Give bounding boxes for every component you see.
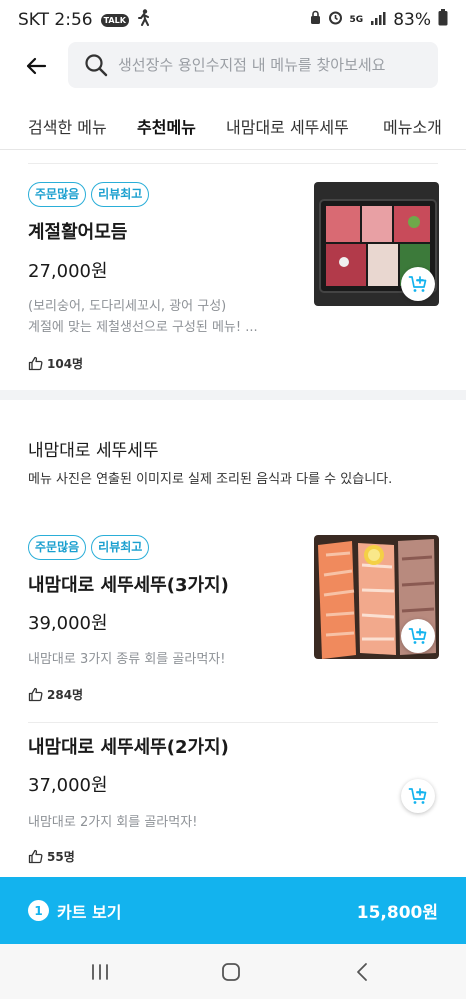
menu-content: 주문많음 리뷰최고 계절활어모듬 27,000원 (보리숭어, 도다리세꼬시, … <box>0 150 466 877</box>
search-header <box>0 40 466 90</box>
status-bar: SKT 2:56 TALK 5G 83% <box>0 0 466 40</box>
badge-group: 주문많음 리뷰최고 <box>28 535 150 560</box>
battery-label: 83% <box>393 10 431 30</box>
likes-count: 104명 <box>47 357 84 371</box>
recent-apps-button[interactable] <box>80 958 120 986</box>
back-nav-button[interactable] <box>342 958 382 986</box>
divider <box>28 722 438 723</box>
likes: 284명 <box>28 686 83 703</box>
menu-item-desc-line: 계절에 맞는 제철생선으로 구성된 메뉴! ... <box>28 320 258 335</box>
cart-label: 카트 보기 <box>57 902 122 922</box>
search-box[interactable] <box>68 42 438 88</box>
add-to-cart-button[interactable] <box>401 619 435 653</box>
badge-group: 주문많음 리뷰최고 <box>28 182 150 207</box>
likes: 55명 <box>28 848 75 865</box>
alarm-icon <box>328 10 343 30</box>
menu-item-price: 39,000원 <box>28 613 108 634</box>
tab-menu-intro[interactable]: 메뉴소개 <box>383 114 442 149</box>
search-icon <box>85 54 108 77</box>
menu-item-price: 27,000원 <box>28 261 108 282</box>
divider <box>28 163 438 164</box>
tab-recommended-menu[interactable]: 추천메뉴 <box>137 114 196 149</box>
cart-total: 15,800원 <box>356 903 438 923</box>
search-input[interactable] <box>118 56 428 74</box>
menu-item-desc: 내맘대로 3가지 종류 회를 골라먹자! <box>28 652 226 667</box>
home-icon <box>222 963 240 981</box>
battery-icon <box>438 9 448 31</box>
thumbs-up-icon <box>28 356 43 371</box>
cart-plus-icon <box>408 628 427 644</box>
menu-item-desc: 내맘대로 2가지 회를 골라먹자! <box>28 815 198 830</box>
add-to-cart-button[interactable] <box>401 267 435 301</box>
tab-searched-menu[interactable]: 검색한 메뉴 <box>28 114 107 149</box>
likes-count: 284명 <box>47 688 84 702</box>
section-gap <box>0 390 466 400</box>
menu-item-desc: (보리숭어, 도다리세꼬시, 광어 구성) 계절에 맞는 제철생선으로 구성된 … <box>28 296 298 338</box>
badge-top-review: 리뷰최고 <box>91 535 150 560</box>
section-title: 내맘대로 세뚜세뚜 <box>28 441 159 461</box>
menu-item-desc-line: (보리숭어, 도다리세꼬시, 광어 구성) <box>28 299 227 314</box>
likes-count: 55명 <box>47 850 75 864</box>
menu-item-name: 내맘대로 세뚜세뚜(2가지) <box>28 737 229 758</box>
view-cart-button[interactable]: 1 카트 보기 15,800원 <box>0 877 466 944</box>
menu-item-name: 내맘대로 세뚜세뚜(3가지) <box>28 575 229 596</box>
back-button[interactable] <box>20 50 52 82</box>
cart-plus-icon <box>408 276 427 292</box>
add-to-cart-button[interactable] <box>401 779 435 813</box>
lock-icon <box>310 10 321 30</box>
signal-icon <box>370 10 386 30</box>
menu-item-name: 계절활어모듬 <box>28 222 128 243</box>
badge-top-review: 리뷰최고 <box>91 182 150 207</box>
likes: 104명 <box>28 355 83 372</box>
menu-item-price: 37,000원 <box>28 775 108 796</box>
recent-apps-icon <box>92 964 108 980</box>
badge-popular: 주문많음 <box>28 182 87 207</box>
home-button[interactable] <box>211 958 251 986</box>
tab-custom-set[interactable]: 내맘대로 세뚜세뚜 <box>226 114 349 149</box>
walking-icon <box>137 9 151 31</box>
system-nav-bar <box>0 944 466 999</box>
menu-tabs: 검색한 메뉴 추천메뉴 내맘대로 세뚜세뚜 메뉴소개 <box>0 100 466 150</box>
cart-count-badge: 1 <box>28 900 49 921</box>
badge-popular: 주문많음 <box>28 535 87 560</box>
section-note: 메뉴 사진은 연출된 이미지로 실제 조리된 음식과 다를 수 있습니다. <box>28 472 393 487</box>
carrier-time: SKT 2:56 <box>18 10 93 30</box>
thumbs-up-icon <box>28 849 43 864</box>
thumbs-up-icon <box>28 687 43 702</box>
network-label: 5G <box>349 15 364 25</box>
chevron-left-icon <box>357 963 367 981</box>
arrow-left-icon <box>26 57 47 75</box>
talk-icon: TALK <box>100 13 129 27</box>
cart-plus-icon <box>408 788 427 804</box>
